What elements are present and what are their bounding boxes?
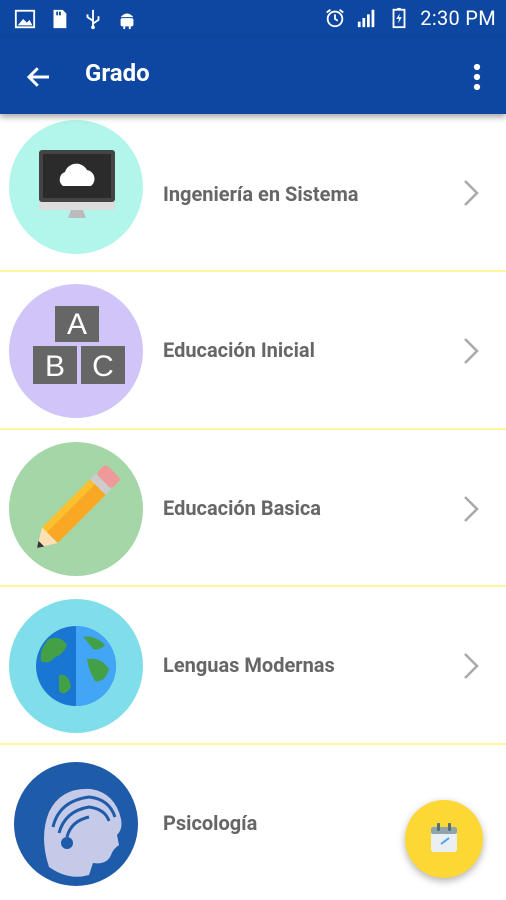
globe-icon bbox=[9, 599, 143, 733]
list-item-educacion-basica[interactable]: Educación Basica bbox=[0, 429, 506, 587]
item-label: Educación Basica bbox=[163, 495, 321, 520]
app-bar: Grado bbox=[0, 38, 506, 114]
item-label: Lenguas Modernas bbox=[163, 653, 335, 677]
computer-cloud-icon bbox=[9, 120, 143, 254]
list-item-educacion-inicial[interactable]: A B C Educación Inicial bbox=[0, 272, 506, 430]
list-item-ingenieria[interactable]: Ingeniería en Sistema bbox=[0, 114, 506, 272]
calendar-icon bbox=[431, 823, 457, 852]
usb-icon bbox=[86, 9, 100, 30]
android-icon bbox=[120, 13, 134, 30]
chevron-right-icon bbox=[464, 653, 479, 679]
chevron-right-icon bbox=[464, 338, 479, 364]
status-bar: 2:30 PM bbox=[0, 0, 506, 38]
image-icon bbox=[14, 9, 36, 29]
item-label: Ingeniería en Sistema bbox=[163, 182, 359, 206]
item-label: Educación Inicial bbox=[163, 338, 315, 362]
status-time: 2:30 PM bbox=[420, 6, 496, 30]
sd-card-icon bbox=[53, 9, 67, 29]
chevron-right-icon bbox=[464, 180, 479, 206]
pencil-icon bbox=[9, 441, 143, 576]
list-item-lenguas-modernas[interactable]: Lenguas Modernas bbox=[0, 587, 506, 745]
head-brain-icon bbox=[9, 756, 143, 891]
page-title: Grado bbox=[85, 59, 150, 87]
svg-text:B: B bbox=[45, 350, 65, 383]
arrow-back-icon[interactable] bbox=[24, 62, 54, 92]
chevron-right-icon bbox=[464, 495, 479, 522]
abc-blocks-icon: A B C bbox=[9, 284, 143, 418]
svg-text:A: A bbox=[67, 308, 87, 341]
svg-text:C: C bbox=[92, 350, 114, 383]
calendar-fab-button[interactable] bbox=[405, 800, 483, 878]
degree-list: Ingeniería en Sistema A B C Educación In… bbox=[0, 114, 506, 900]
signal-icon bbox=[358, 9, 375, 28]
more-vert-icon[interactable] bbox=[468, 62, 486, 92]
alarm-icon bbox=[326, 9, 345, 28]
battery-charging-icon bbox=[392, 7, 406, 29]
item-label: Psicología bbox=[163, 810, 258, 835]
